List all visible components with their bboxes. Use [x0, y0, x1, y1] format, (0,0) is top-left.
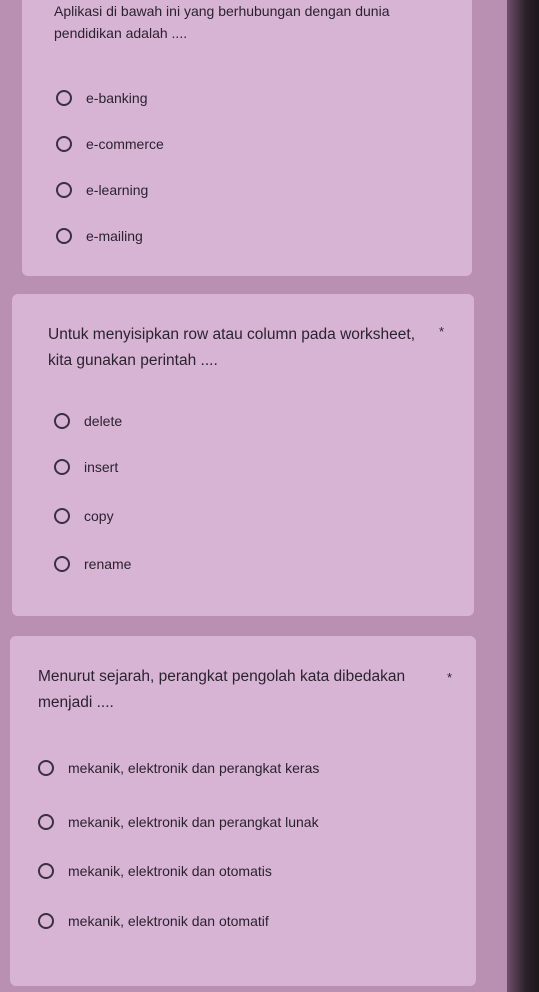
radio-circle-icon[interactable]: [38, 913, 54, 929]
option-label: insert: [84, 459, 119, 475]
option-label: rename: [84, 556, 132, 572]
option-label: e-mailing: [86, 228, 143, 244]
question-card-2: Untuk menyisipkan row atau column pada w…: [12, 294, 474, 616]
option-radio[interactable]: rename: [54, 556, 131, 572]
radio-circle-icon[interactable]: [54, 413, 70, 429]
radio-circle-icon[interactable]: [56, 136, 72, 152]
option-label: e-commerce: [86, 136, 164, 152]
option-radio[interactable]: mekanik, elektronik dan perangkat lunak: [38, 814, 319, 830]
option-radio[interactable]: delete: [54, 413, 122, 429]
option-label: e-learning: [86, 182, 149, 198]
radio-circle-icon[interactable]: [54, 508, 70, 524]
option-radio[interactable]: e-learning: [56, 182, 148, 198]
radio-circle-icon[interactable]: [54, 459, 70, 475]
question-text: Aplikasi di bawah ini yang berhubungan d…: [54, 3, 390, 41]
option-label: mekanik, elektronik dan perangkat lunak: [68, 814, 319, 830]
radio-circle-icon[interactable]: [38, 814, 54, 830]
radio-circle-icon[interactable]: [56, 182, 72, 198]
option-radio[interactable]: insert: [54, 459, 118, 475]
option-radio[interactable]: e-mailing: [56, 228, 143, 244]
question-text: Menurut sejarah, perangkat pengolah kata…: [38, 668, 406, 711]
option-label: delete: [84, 413, 123, 429]
option-radio[interactable]: copy: [54, 508, 114, 524]
option-radio[interactable]: mekanik, elektronik dan otomatis: [38, 863, 272, 879]
radio-circle-icon[interactable]: [56, 90, 72, 106]
option-radio[interactable]: mekanik, elektronik dan perangkat keras: [38, 760, 319, 776]
question-card-1: Aplikasi di bawah ini yang berhubungan d…: [22, 0, 472, 276]
radio-circle-icon[interactable]: [56, 228, 72, 244]
option-label: mekanik, elektronik dan perangkat keras: [68, 760, 320, 776]
option-radio[interactable]: e-banking: [56, 90, 148, 106]
question-card-3: Menurut sejarah, perangkat pengolah kata…: [10, 636, 476, 986]
option-radio[interactable]: e-commerce: [56, 136, 164, 152]
option-radio[interactable]: mekanik, elektronik dan otomatif: [38, 913, 269, 929]
radio-circle-icon[interactable]: [38, 863, 54, 879]
required-marker: *: [438, 324, 444, 339]
radio-circle-icon[interactable]: [54, 556, 70, 572]
screen-edge-shadow: [507, 0, 539, 992]
option-label: mekanik, elektronik dan otomatif: [68, 913, 269, 929]
option-label: copy: [84, 508, 114, 524]
question-text: Untuk menyisipkan row atau column pada w…: [48, 326, 416, 369]
option-label: mekanik, elektronik dan otomatis: [68, 863, 272, 879]
radio-circle-icon[interactable]: [38, 760, 54, 776]
option-label: e-banking: [86, 90, 148, 106]
required-marker: *: [446, 670, 452, 685]
